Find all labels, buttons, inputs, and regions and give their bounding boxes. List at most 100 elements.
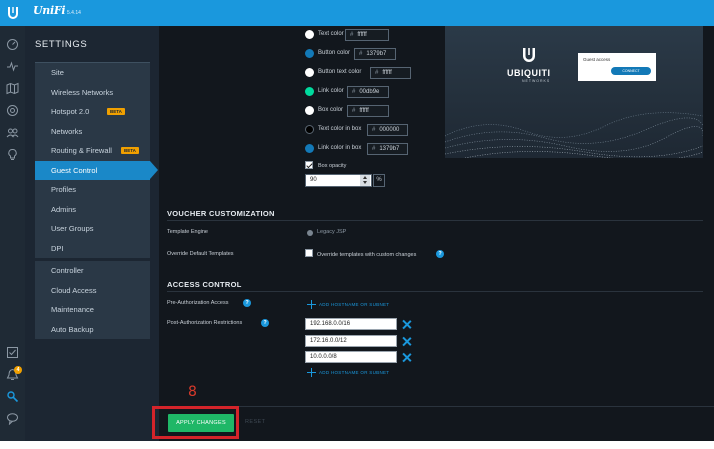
settings-title: SETTINGS bbox=[35, 39, 88, 50]
box-color-input[interactable]: # ffffff bbox=[347, 105, 389, 117]
menu-item-auto-backup[interactable]: Auto Backup bbox=[35, 320, 150, 340]
menu-item-cloud-access[interactable]: Cloud Access bbox=[35, 281, 150, 301]
map-icon[interactable] bbox=[6, 82, 19, 95]
app-brand: UniFi bbox=[33, 4, 66, 17]
subnet-value: 172.16.0.0/12 bbox=[310, 338, 347, 344]
template-engine-value: Legacy JSP bbox=[317, 229, 347, 235]
menu-item-routing-firewall[interactable]: Routing & Firewall BETA bbox=[35, 141, 150, 161]
insights-icon[interactable] bbox=[6, 148, 19, 161]
override-templates-checkbox[interactable] bbox=[305, 249, 313, 257]
section-divider bbox=[167, 220, 703, 221]
menu-item-admins[interactable]: Admins bbox=[35, 200, 150, 220]
preview-brand: UBIQUITI bbox=[507, 68, 551, 78]
menu-item-profiles[interactable]: Profiles bbox=[35, 180, 150, 200]
box-color-swatch[interactable] bbox=[305, 106, 314, 115]
text-color-in-box-value: 000000 bbox=[379, 127, 400, 133]
remove-icon[interactable] bbox=[402, 353, 411, 362]
preview-subtitle: NETWORKS bbox=[522, 79, 551, 83]
nav-rail: 4 bbox=[0, 26, 25, 441]
chat-icon[interactable] bbox=[6, 412, 19, 425]
plus-icon bbox=[307, 368, 316, 377]
hash-prefix: # bbox=[372, 146, 376, 152]
button-color-value: 1379b7 bbox=[366, 51, 387, 57]
dashboard-icon[interactable] bbox=[6, 38, 19, 51]
menu-item-label: Networks bbox=[51, 126, 83, 136]
settings-icon[interactable] bbox=[6, 390, 19, 403]
subnet-value: 10.0.0.0/8 bbox=[310, 354, 337, 360]
statistics-icon[interactable] bbox=[6, 60, 19, 73]
menu-item-wireless-networks[interactable]: Wireless Networks bbox=[35, 83, 150, 103]
link-color-in-box-label: Link color in box bbox=[318, 145, 362, 151]
menu-item-label: Hotspot 2.0 bbox=[51, 107, 90, 116]
ubiquiti-logo-icon[interactable] bbox=[6, 6, 20, 20]
hash-prefix: # bbox=[359, 51, 363, 57]
override-templates-text: Override templates with custom changes bbox=[317, 252, 417, 258]
access-section-title: ACCESS CONTROL bbox=[167, 280, 242, 289]
help-icon[interactable]: ? bbox=[243, 299, 251, 307]
menu-item-user-groups[interactable]: User Groups bbox=[35, 219, 150, 239]
hash-prefix: # bbox=[372, 127, 376, 133]
link-color-swatch[interactable] bbox=[305, 87, 314, 96]
button-text-color-swatch[interactable] bbox=[305, 68, 314, 77]
subnet-input[interactable]: 192.168.0.0/16 bbox=[305, 318, 397, 330]
remove-icon[interactable] bbox=[402, 337, 411, 346]
settings-panel: SETTINGS Site Wireless Networks Hotspot … bbox=[25, 26, 159, 441]
template-engine-label: Template Engine bbox=[167, 229, 208, 235]
menu-item-controller[interactable]: Controller bbox=[35, 261, 150, 281]
link-color-in-box-swatch[interactable] bbox=[305, 144, 314, 153]
button-color-label: Button color bbox=[318, 50, 351, 56]
menu-item-label: User Groups bbox=[51, 224, 94, 233]
plus-icon bbox=[307, 300, 316, 309]
menu-item-guest-control[interactable]: Guest Control bbox=[35, 160, 158, 180]
subnet-input[interactable]: 172.16.0.0/12 bbox=[305, 335, 397, 347]
text-color-in-box-input[interactable]: #000000 bbox=[367, 124, 408, 136]
menu-item-maintenance[interactable]: Maintenance bbox=[35, 300, 150, 320]
ubiquiti-logo-icon bbox=[523, 48, 535, 62]
text-color-in-box-swatch[interactable] bbox=[305, 125, 314, 134]
clients-icon[interactable] bbox=[6, 126, 19, 139]
button-text-color-label: Button text color bbox=[318, 69, 362, 75]
alerts-count-badge: 4 bbox=[14, 366, 22, 374]
menu-item-networks[interactable]: Networks bbox=[35, 122, 150, 142]
menu-item-label: DPI bbox=[51, 243, 64, 253]
text-color-in-box-label: Text color in box bbox=[318, 126, 362, 132]
link-color-in-box-value: 1379b7 bbox=[379, 146, 400, 152]
hash-prefix: # bbox=[352, 89, 356, 95]
link-color-input[interactable]: #00db9e bbox=[347, 86, 389, 98]
preview-connect-button: CONNECT bbox=[611, 67, 651, 75]
link-color-in-box-input[interactable]: #1379b7 bbox=[367, 143, 408, 155]
button-text-color-input[interactable]: # ffffff bbox=[370, 67, 411, 79]
help-icon[interactable]: ? bbox=[261, 319, 269, 327]
devices-icon[interactable] bbox=[6, 104, 19, 117]
settings-menu: Site Wireless Networks Hotspot 2.0 BETA N… bbox=[35, 62, 158, 340]
text-color-swatch[interactable] bbox=[305, 30, 314, 39]
opacity-spinner[interactable] bbox=[360, 175, 370, 186]
menu-item-site[interactable]: Site bbox=[35, 63, 150, 83]
menu-item-dpi[interactable]: DPI bbox=[35, 239, 150, 259]
help-icon[interactable]: ? bbox=[436, 250, 444, 258]
reset-button[interactable]: RESET bbox=[245, 419, 265, 425]
preview-login-card: Guest access CONNECT bbox=[578, 53, 656, 81]
section-divider bbox=[167, 291, 703, 292]
subnet-input[interactable]: 10.0.0.0/8 bbox=[305, 351, 397, 363]
remove-icon[interactable] bbox=[402, 320, 411, 329]
menu-item-label: Routing & Firewall bbox=[51, 146, 112, 155]
box-opacity-checkbox[interactable] bbox=[305, 161, 313, 169]
main-content: Text color # ffffff Button color #1379b7 … bbox=[159, 26, 714, 441]
top-bar: UniFi 5.4.14 bbox=[0, 0, 714, 26]
template-engine-radio[interactable] bbox=[307, 230, 313, 236]
highlight-box-annotation bbox=[152, 406, 239, 439]
pre-auth-label: Pre-Authorization Access bbox=[167, 300, 229, 306]
button-color-input[interactable]: #1379b7 bbox=[354, 48, 396, 60]
step-number-annotation: 8 bbox=[188, 384, 197, 400]
button-color-swatch[interactable] bbox=[305, 49, 314, 58]
box-color-value: ffffff bbox=[359, 108, 369, 114]
text-color-value: ffffff bbox=[357, 32, 367, 38]
events-icon[interactable] bbox=[6, 346, 19, 359]
menu-item-label: Admins bbox=[51, 204, 77, 214]
menu-item-hotspot[interactable]: Hotspot 2.0 BETA bbox=[35, 102, 150, 122]
text-color-input[interactable]: # ffffff bbox=[345, 29, 389, 41]
portal-preview: UBIQUITI NETWORKS Guest access CONNECT bbox=[445, 26, 703, 158]
hash-prefix: # bbox=[352, 108, 356, 114]
menu-item-label: Wireless Networks bbox=[51, 87, 114, 97]
